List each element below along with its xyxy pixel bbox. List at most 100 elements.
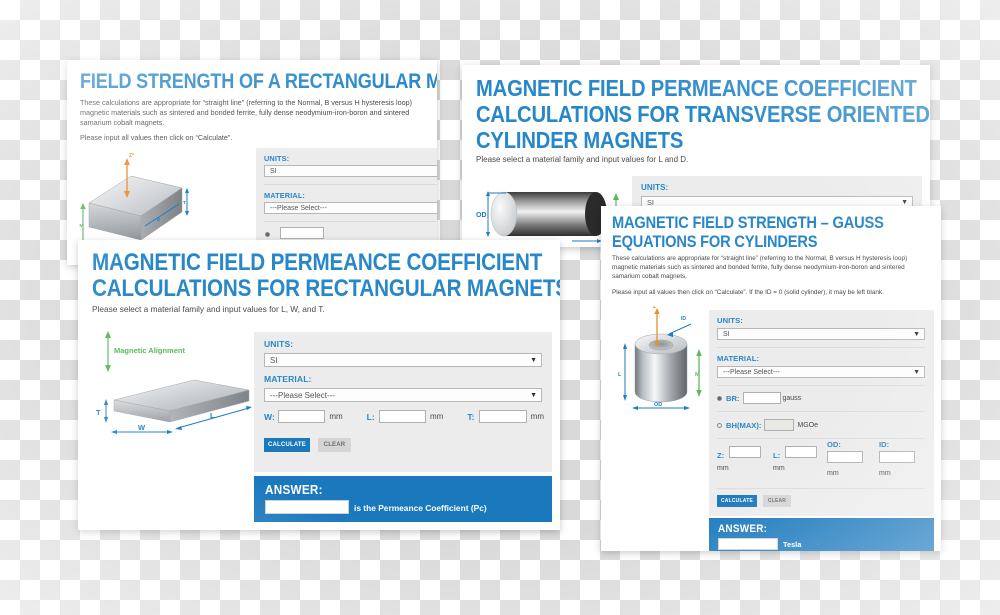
card4-field-id-input[interactable] <box>879 451 915 463</box>
card4-divider-3 <box>717 411 925 412</box>
card2-units-label: UNITS: <box>641 183 669 192</box>
chevron-down-icon: ▼ <box>530 356 537 364</box>
card3-title-line1: MAGNETIC FIELD PERMEANCE COEFFICIENT <box>92 249 543 276</box>
card4-bhmax-row: BH(MAX): MGOe <box>717 419 818 431</box>
card3-t-label: T <box>96 408 101 417</box>
card4-br-unit: gauss <box>782 394 802 402</box>
card3-field-t-input[interactable] <box>479 410 527 423</box>
card2-title-line1: MAGNETIC FIELD PERMEANCE COEFFICIENT <box>476 75 917 101</box>
card3-answer-panel: ANSWER: is the Permeance Coefficient (Pc… <box>254 476 552 522</box>
card4-field-z-label: Z: <box>717 451 725 460</box>
card4-field-id-unit: mm <box>879 470 891 477</box>
card4-br-radio[interactable] <box>717 395 722 401</box>
card4-answer-unit: Tesla <box>783 540 802 549</box>
card4-br-label: BR: <box>726 393 740 403</box>
card-gauss-equations-cylinders: MAGNETIC FIELD STRENGTH – GAUSS EQUATION… <box>601 206 941 551</box>
card1-title: FIELD STRENGTH OF A RECTANGULAR MAGNET <box>80 70 437 93</box>
card1-divider-2 <box>264 221 437 222</box>
card3-clear-button[interactable]: CLEAR <box>318 438 351 452</box>
card4-bhmax-label: BH(MAX): <box>726 420 762 430</box>
card3-units-value: SI <box>270 355 278 365</box>
card1-material-select[interactable]: ---Please Select--- ▼ <box>264 202 437 214</box>
card4-material-value: ---Please Select--- <box>723 368 780 376</box>
card3-l-label: L <box>210 411 215 420</box>
card4-units-value: SI <box>723 330 730 338</box>
card2-title-line3: CYLINDER MAGNETS <box>476 127 684 153</box>
card3-field-l-input[interactable] <box>378 410 426 423</box>
card3-field-t-unit: mm <box>530 412 544 421</box>
chevron-down-icon: ▼ <box>530 391 537 399</box>
card4-field-l: L: mm <box>773 445 817 472</box>
card4-calculate-button[interactable]: CALCULATE <box>717 495 757 507</box>
card3-dimension-row: W: mm L: mm T: mm <box>264 410 544 423</box>
card1-units-label: UNITS: <box>264 154 290 163</box>
card4-units-label: UNITS: <box>717 316 743 325</box>
card4-divider-4 <box>717 438 925 439</box>
chevron-down-icon: ▼ <box>913 330 920 338</box>
card4-diagram-ring-cylinder: Z ID L M OD <box>611 304 711 422</box>
card1-br-input[interactable] <box>280 227 324 239</box>
card4-bhmax-unit: MGOe <box>797 421 819 429</box>
card4-field-z: Z: mm <box>717 445 761 472</box>
card4-answer-input[interactable] <box>718 538 778 550</box>
card3-field-w-unit: mm <box>329 412 343 421</box>
card4-bhmax-input[interactable] <box>764 419 795 431</box>
card4-id-label: ID <box>681 316 686 322</box>
card4-material-select[interactable]: ---Please Select--- ▼ <box>717 366 925 378</box>
card3-title-line2: CALCULATIONS FOR RECTANGULAR MAGNETS <box>92 275 560 302</box>
card4-m-label: M <box>695 372 700 378</box>
card3-field-w-input[interactable] <box>277 410 326 423</box>
card3-units-label: UNITS: <box>264 339 294 349</box>
card1-t-label: T <box>183 200 186 205</box>
card4-field-od-unit: mm <box>827 470 839 477</box>
card3-form-panel: UNITS: SI ▼ MATERIAL: ---Please Select--… <box>254 332 552 472</box>
card1-divider-1 <box>264 184 437 185</box>
card4-field-od: OD: mm <box>827 440 863 477</box>
card3-w-label: W <box>138 423 146 432</box>
card3-field-l-label: L: <box>366 411 375 422</box>
card1-m-label: M <box>80 223 84 228</box>
card4-answer-panel: ANSWER: Tesla <box>709 518 934 551</box>
card3-units-select[interactable]: SI ▼ <box>264 353 542 367</box>
card4-clear-button[interactable]: CLEAR <box>763 495 791 507</box>
card1-units-value: SI <box>270 167 277 175</box>
card2-od-label: OD <box>476 212 487 219</box>
card3-calculate-button[interactable]: CALCULATE <box>264 438 310 452</box>
card3-instruction: Please select a material family and inpu… <box>92 304 325 314</box>
card1-units-select[interactable]: SI ▼ <box>264 165 437 177</box>
card4-field-l-input[interactable] <box>784 446 817 458</box>
card3-field-l-unit: mm <box>430 412 444 421</box>
card3-diagram-rectangular-magnet: Magnetic Alignment T W L <box>92 328 262 444</box>
card4-field-od-label: OD: <box>827 440 841 449</box>
card4-field-id: ID: mm <box>879 440 915 477</box>
card4-field-z-input[interactable] <box>728 446 761 458</box>
card-permeance-rectangular-magnets: MAGNETIC FIELD PERMEANCE COEFFICIENT CAL… <box>78 240 560 530</box>
card4-z-label: Z <box>653 306 656 310</box>
card2-instruction: Please select a material family and inpu… <box>476 155 689 164</box>
card1-paragraph: These calculations are appropriate for “… <box>80 98 412 127</box>
card3-field-t-label: T: <box>467 411 475 422</box>
card4-bhmax-radio[interactable] <box>717 422 722 428</box>
card1-br-radio[interactable] <box>265 232 270 237</box>
card1-material-value: ---Please Select--- <box>270 204 327 212</box>
card3-material-label: MATERIAL: <box>264 374 312 384</box>
card3-material-value: ---Please Select--- <box>270 390 335 400</box>
card4-units-select[interactable]: SI ▼ <box>717 328 925 340</box>
card4-br-input[interactable] <box>742 392 781 404</box>
card3-answer-input[interactable] <box>265 500 349 514</box>
card4-field-od-input[interactable] <box>827 451 863 463</box>
card4-title-line1: MAGNETIC FIELD STRENGTH – GAUSS <box>612 213 884 232</box>
card4-br-row: BR: gauss <box>717 392 801 404</box>
card4-l-label: L <box>618 372 622 378</box>
card4-od-label: OD <box>654 402 662 408</box>
card1-material-label: MATERIAL: <box>264 191 305 200</box>
card4-form-panel: UNITS: SI ▼ MATERIAL: ---Please Select--… <box>709 310 934 516</box>
chevron-down-icon: ▼ <box>913 368 920 376</box>
card4-divider-5 <box>717 488 925 489</box>
card4-answer-title: ANSWER: <box>718 523 768 535</box>
card3-material-select[interactable]: ---Please Select--- ▼ <box>264 388 542 402</box>
card4-material-label: MATERIAL: <box>717 354 760 363</box>
card4-divider-1 <box>717 347 925 348</box>
card4-instruction: Please input all values then click on “C… <box>612 289 884 296</box>
card4-paragraph: These calculations are appropriate for “… <box>612 255 908 280</box>
